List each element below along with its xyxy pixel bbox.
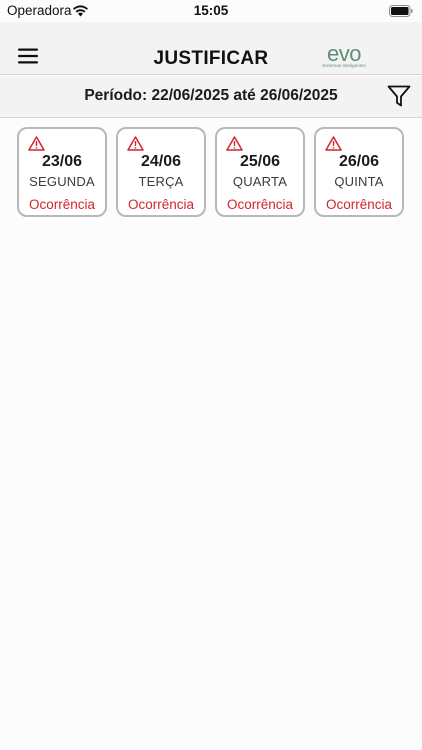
day-weekday: TERÇA xyxy=(138,174,184,189)
navigation-header: JUSTIFICAR evo Sistemas Inteligentes xyxy=(0,22,422,75)
day-card[interactable]: 26/06 QUINTA Ocorrência xyxy=(314,127,404,217)
warning-icon xyxy=(28,136,45,151)
day-weekday: QUINTA xyxy=(334,174,384,189)
warning-icon xyxy=(226,136,243,151)
warning-icon xyxy=(325,136,342,151)
status-bar: Operadora 15:05 xyxy=(0,0,422,22)
day-date: 26/06 xyxy=(338,153,380,170)
logo-tagline: Sistemas Inteligentes xyxy=(322,63,366,68)
warning-icon xyxy=(127,136,144,151)
day-weekday: QUARTA xyxy=(232,174,288,189)
status-time: 15:05 xyxy=(193,3,229,18)
day-date: 25/06 xyxy=(239,153,281,170)
day-card-list: 23/06 SEGUNDA Ocorrência 24/06 TERÇA Oco… xyxy=(17,127,412,217)
period-bar: Período: 22/06/2025 até 26/06/2025 xyxy=(0,76,422,118)
day-status: Ocorrência xyxy=(28,197,96,212)
day-card[interactable]: 23/06 SEGUNDA Ocorrência xyxy=(17,127,107,217)
day-date: 23/06 xyxy=(41,153,83,170)
day-status: Ocorrência xyxy=(226,197,294,212)
filter-icon[interactable] xyxy=(387,85,411,107)
period-label: Período: 22/06/2025 até 26/06/2025 xyxy=(84,87,338,104)
day-date: 24/06 xyxy=(140,153,182,170)
day-status: Ocorrência xyxy=(325,197,393,212)
day-status: Ocorrência xyxy=(127,197,195,212)
battery-icon xyxy=(389,5,413,17)
day-card[interactable]: 24/06 TERÇA Ocorrência xyxy=(116,127,206,217)
evo-logo: evo Sistemas Inteligentes xyxy=(318,41,370,72)
day-card[interactable]: 25/06 QUARTA Ocorrência xyxy=(215,127,305,217)
day-weekday: SEGUNDA xyxy=(29,174,95,189)
